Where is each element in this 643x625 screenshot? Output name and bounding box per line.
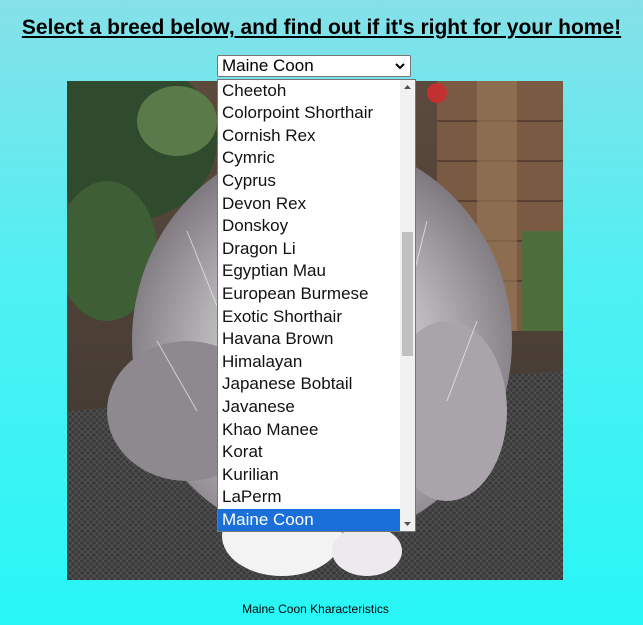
dropdown-option[interactable]: Devon Rex bbox=[218, 193, 400, 216]
dropdown-option[interactable]: Korat bbox=[218, 441, 400, 464]
dropdown-option[interactable]: Exotic Shorthair bbox=[218, 306, 400, 329]
breed-select-value: Maine Coon bbox=[222, 56, 314, 75]
breed-dropdown-list[interactable]: Cheetoh Colorpoint Shorthair Cornish Rex Cy… bbox=[217, 79, 416, 532]
dropdown-option[interactable]: Cyprus bbox=[218, 170, 400, 193]
dropdown-options: Cheetoh Colorpoint Shorthair Cornish Rex Cy… bbox=[218, 80, 400, 531]
dropdown-scrollbar[interactable] bbox=[400, 80, 415, 531]
dropdown-option[interactable]: Japanese Bobtail bbox=[218, 373, 400, 396]
dropdown-option[interactable]: Javanese bbox=[218, 396, 400, 419]
dropdown-option[interactable]: Cymric bbox=[218, 147, 400, 170]
dropdown-option[interactable]: Donskoy bbox=[218, 215, 400, 238]
scroll-thumb[interactable] bbox=[402, 232, 413, 356]
dropdown-option[interactable]: Havana Brown bbox=[218, 328, 400, 351]
chevron-down-icon bbox=[395, 63, 405, 70]
breed-select[interactable]: Maine Coon bbox=[217, 55, 411, 77]
dropdown-option[interactable]: Cheetoh bbox=[218, 80, 400, 102]
dropdown-option[interactable]: Cornish Rex bbox=[218, 125, 400, 148]
dropdown-option[interactable]: European Burmese bbox=[218, 283, 400, 306]
breed-caption: Maine Coon Kharacteristics bbox=[242, 602, 389, 616]
dropdown-option[interactable]: Kurilian bbox=[218, 464, 400, 487]
dropdown-option[interactable]: Khao Manee bbox=[218, 419, 400, 442]
triangle-down-icon[interactable] bbox=[400, 516, 415, 531]
page-heading: Select a breed below, and find out if it… bbox=[21, 16, 622, 39]
dropdown-option[interactable]: Himalayan bbox=[218, 351, 400, 374]
dropdown-option[interactable]: Colorpoint Shorthair bbox=[218, 102, 400, 125]
dropdown-option[interactable]: LaPerm bbox=[218, 486, 400, 509]
triangle-up-icon[interactable] bbox=[400, 80, 415, 95]
dropdown-option[interactable]: Maine Coon bbox=[218, 508, 400, 531]
dropdown-option[interactable]: Dragon Li bbox=[218, 238, 400, 261]
dropdown-option[interactable]: Egyptian Mau bbox=[218, 260, 400, 283]
